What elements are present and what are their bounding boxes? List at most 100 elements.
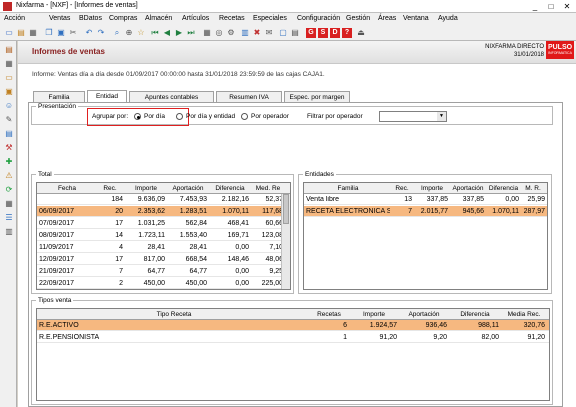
total-row[interactable]: 08/09/2017 14 1.723,11 1.553,40 169,71 123,08 [37,230,283,241]
col-rec[interactable]: Rec. [95,185,125,192]
menu-compras[interactable]: Compras [109,15,137,22]
total-row[interactable]: 22/09/2017 2 450,00 450,00 0,00 225,00 [37,278,283,289]
scroll-thumb[interactable] [283,194,289,224]
help-button[interactable]: ? [342,28,352,38]
total-row[interactable]: 06/09/2017 20 2.353,62 1.283,51 1.070,11 117,… [37,206,283,217]
col-familia[interactable]: Familia [306,185,390,192]
chevron-down-icon[interactable]: ▼ [437,112,446,121]
col-med-rec[interactable]: Med. Re [251,185,285,192]
menu-bdatos[interactable]: BDatos [79,15,102,22]
chart-icon[interactable]: ▥ [240,28,250,38]
radio-por-dia[interactable] [134,113,141,120]
menu-areas[interactable]: Áreas [378,15,396,22]
printer-icon[interactable]: ▦ [4,59,14,69]
minimize-button[interactable]: _ [528,1,542,12]
redo-icon[interactable]: ↷ [96,28,106,38]
find-icon[interactable]: ⌕ [112,28,122,38]
col-recetas[interactable]: Recetas [309,311,349,318]
col-diferencia[interactable]: Diferencia [209,185,251,192]
open-icon[interactable]: ▤ [16,28,26,38]
filter-operator-select[interactable]: ▼ [379,111,447,122]
menu-especiales[interactable]: Especiales [253,15,287,22]
col-ent-importe[interactable]: Importe [414,185,450,192]
folder-icon[interactable]: ▭ [4,73,14,83]
tipo-venta-row-cell: 320,76 [523,321,545,329]
next-icon[interactable]: ▶ [174,28,184,38]
menu-gestion[interactable]: Gestión [346,15,370,22]
col-ent-diferencia[interactable]: Diferencia [486,185,521,192]
radio-por-operador[interactable] [241,113,248,120]
col-tip-aportacion[interactable]: Aportación [399,311,449,318]
total-scrollbar[interactable] [281,194,290,289]
col-ent-rec[interactable]: Rec. [390,185,414,192]
tipos-venta-table[interactable]: Tipo Receta Recetas Importe Aportación D… [36,308,550,401]
undo-icon[interactable]: ↶ [84,28,94,38]
grid-icon[interactable]: ▦ [4,199,14,209]
first-icon[interactable]: ⏮ [150,28,160,38]
total-row[interactable]: 12/09/2017 17 817,00 668,54 148,46 48,06 [37,254,283,265]
g-button[interactable]: G [306,28,316,38]
sales-icon[interactable]: ▤ [4,45,14,55]
prev-icon[interactable]: ◀ [162,28,172,38]
menu-ventana[interactable]: Ventana [403,15,429,22]
col-importe[interactable]: Importe [125,185,167,192]
stop-icon[interactable]: ✖ [252,28,262,38]
calendar-icon[interactable]: ▦ [202,28,212,38]
cut-icon[interactable]: ✂ [68,28,78,38]
box-icon[interactable]: ▣ [4,87,14,97]
paste-icon[interactable]: ▣ [56,28,66,38]
total-table[interactable]: Fecha Rec. Importe Aportación Diferencia… [36,182,291,290]
col-ent-aportacion[interactable]: Aportación [450,185,486,192]
total-row[interactable]: 11/09/2017 4 28,41 28,41 0,00 7,10 [37,242,283,253]
tools-icon[interactable]: ⚒ [4,143,14,153]
entidad-row[interactable]: RECETA ELECTRONICA SOE 7 2.015,77 945,66 1.0… [304,206,547,217]
radio-por-dia-entidad[interactable] [176,113,183,120]
total-row[interactable]: 07/09/2017 17 1.031,25 562,84 468,41 60,66 [37,218,283,229]
col-media-rec[interactable]: Media Rec. [501,311,547,318]
d-button[interactable]: D [330,28,340,38]
window-icon[interactable]: ▢ [278,28,288,38]
menu-articulos[interactable]: Artículos [182,15,209,22]
tipo-venta-row[interactable]: R.E.ACTIVO 6 1.924,57 936,46 988,11 320,76 [37,320,549,331]
users-icon[interactable]: ☺ [4,101,14,111]
col-ent-mr[interactable]: M. R. [521,185,545,192]
entidad-row[interactable]: Venta libre 13 337,85 337,85 0,00 25,99 [304,194,547,205]
pharmacy-cross-icon[interactable]: ✚ [4,157,14,167]
s-button[interactable]: S [318,28,328,38]
entidades-table[interactable]: Familia Rec. Importe Aportación Diferenc… [303,182,548,290]
edit-icon[interactable]: ✎ [4,115,14,125]
copy-icon[interactable]: ❐ [44,28,54,38]
menu-ayuda[interactable]: Ayuda [438,15,458,22]
new-icon[interactable]: ▭ [4,28,14,38]
col-tipo-receta[interactable]: Tipo Receta [39,311,309,318]
table-icon[interactable]: ▥ [4,227,14,237]
mail-icon[interactable]: ✉ [264,28,274,38]
col-tip-importe[interactable]: Importe [349,311,399,318]
tipo-venta-row[interactable]: R.E.PENSIONISTA 1 91,20 9,20 82,00 91,20 [37,332,549,343]
star-icon[interactable]: ☆ [136,28,146,38]
menu-accion[interactable]: Acción [4,15,25,22]
print-icon[interactable]: ▦ [28,28,38,38]
warning-icon[interactable]: ⚠ [4,171,14,181]
col-aportacion[interactable]: Aportación [167,185,209,192]
menu-almacen[interactable]: Almacén [145,15,172,22]
list-icon[interactable]: ☰ [4,213,14,223]
refresh-icon[interactable]: ⟳ [4,185,14,195]
maximize-button[interactable]: □ [544,1,558,12]
zoom-icon[interactable]: ⊕ [124,28,134,38]
col-fecha[interactable]: Fecha [39,185,95,192]
tile-icon[interactable]: ▤ [290,28,300,38]
settings-icon[interactable]: ⚙ [226,28,236,38]
col-tip-diferencia[interactable]: Diferencia [449,311,501,318]
menu-ventas[interactable]: Ventas [49,15,70,22]
total-row[interactable]: 21/09/2017 7 64,77 64,77 0,00 9,25 [37,266,283,277]
cd-icon[interactable]: ◎ [214,28,224,38]
menu-recetas[interactable]: Recetas [219,15,245,22]
exit-icon[interactable]: ⏏ [356,28,366,38]
close-button[interactable]: ✕ [560,1,574,12]
doc-icon[interactable]: ▤ [4,129,14,139]
tipo-venta-row-cell: R.E.ACTIVO [39,321,79,329]
total-row[interactable]: 184 9.636,09 7.453,93 2.182,16 52,37 [37,194,283,205]
last-icon[interactable]: ⏭ [186,28,196,38]
menu-configuracion[interactable]: Configuración [297,15,340,22]
